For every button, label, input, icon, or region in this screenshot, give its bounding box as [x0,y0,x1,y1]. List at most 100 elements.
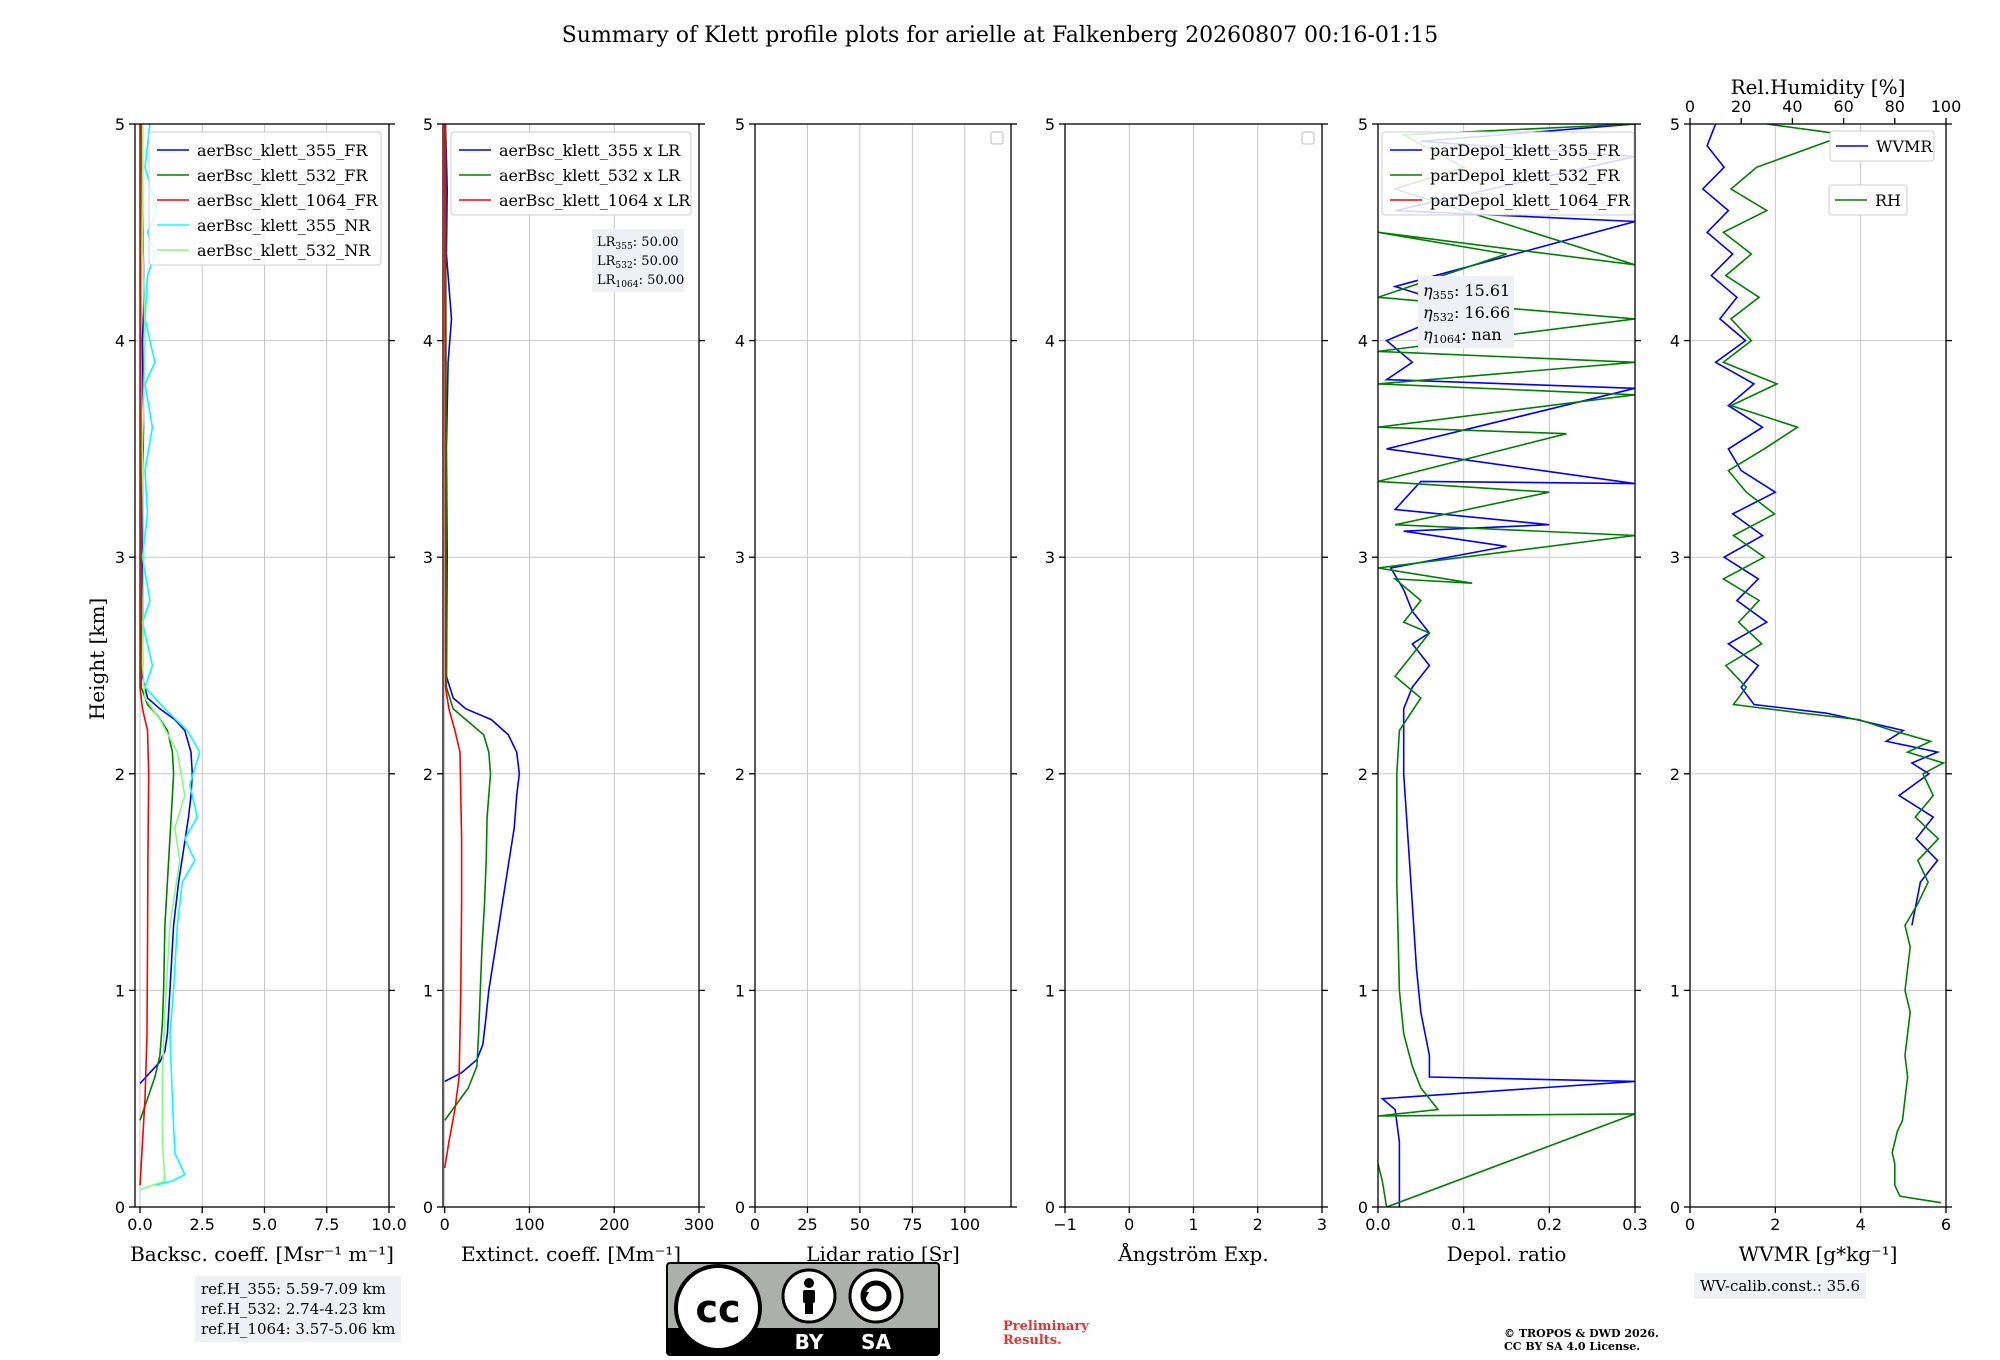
y-tick-label: 1 [115,981,125,1000]
y-tick-label: 5 [1358,115,1368,134]
x-tick-label: 2.5 [190,1215,215,1234]
x-axis-label: WVMR [g*kg⁻¹] [1739,1242,1898,1266]
panel-3: 0 25 50 75 100012345Lidar ratio [Sr] [735,115,1017,1266]
x-tick-label: 100 [514,1215,545,1234]
x-axis-label: Ångström Exp. [1117,1241,1268,1266]
y-tick-label: 4 [423,332,433,351]
series-line-aerBsc_klett_355_NR [141,124,201,1187]
x-tick-label: 75 [902,1215,922,1234]
plot-frame [754,123,1012,1208]
panel-6: 0 2 4 60123450 20 40 60 80 100Rel.Humidity [%]WV… [1670,75,1961,1266]
preliminary-note: Preliminary Results. [1003,1320,1089,1348]
x2-tick-label: 100 [1931,97,1962,116]
y-tick-label: 2 [423,765,433,784]
copyright-line-2: CC BY SA 4.0 License. [1504,1340,1641,1353]
klett-summary-figure: Summary of Klett profile plots for ariel… [85,23,1961,1266]
svg-text:cc: cc [695,1287,740,1331]
plot-frame [134,123,390,1208]
legend-label: aerBsc_klett_1064_FR [197,191,379,210]
x-tick-label: 0 [1124,1215,1134,1234]
legend-label: aerBsc_klett_355 x LR [499,141,681,160]
x-tick-label: 50 [850,1215,870,1234]
y-tick-label: 0 [735,1198,745,1217]
x-tick-label: 10.0 [371,1215,407,1234]
legend-label: WVMR [1876,137,1933,156]
y-tick-label: 3 [115,548,125,567]
y-tick-label: 3 [1670,548,1680,567]
x2-tick-label: 80 [1885,97,1905,116]
legend: aerBsc_klett_355_FR aerBsc_klett_532_FRae… [148,131,382,266]
legend-label: aerBsc_klett_1064 x LR [499,191,691,210]
series-line-aerBsc_klett_532_FR [139,124,175,1121]
annotation-box: η355: 15.61η532: 16.66η1064: nan [1418,276,1514,348]
legend-label: parDepol_klett_532_FR [1430,166,1621,185]
x2-tick-label: 20 [1731,97,1751,116]
x-tick-label: 7.5 [314,1215,339,1234]
x2-tick-label: 0 [1685,97,1695,116]
x2-tick-label: 60 [1833,97,1853,116]
share-alike-icon [848,1268,904,1324]
cc-logo-icon: cc [674,1264,762,1352]
reference-heights-box: ref.H_355: 5.59-7.09 km ref.H_532: 2.74-… [195,1276,402,1342]
cc-by-sa-badge: cc BY SA [666,1262,940,1356]
annotation-line: LR355: 50.00 [597,235,679,252]
y-tick-label: 4 [115,332,125,351]
legend-label: aerBsc_klett_532_NR [197,241,371,260]
panel-5: 0.0 0.1 0.2 0.3 0 1 2 3 4 5 Depol. ratio parDepol_k… [1358,115,1648,1266]
annotation-line: LR532: 50.00 [597,254,679,271]
legend: aerBsc_klett_355 x LR aerBsc_klett_532 x … [450,131,692,216]
y-tick-label: 2 [1045,765,1055,784]
y-tick-label: 0 [423,1198,433,1217]
legend-label: aerBsc_klett_355_FR [197,141,368,160]
person-attribution-icon [781,1268,837,1324]
figure-title: Summary of Klett profile plots for ariel… [562,23,1439,48]
ref-height-355: ref.H_355: 5.59-7.09 km [201,1280,386,1298]
series-line-aerBsc_klett_532 x LR [444,124,492,1121]
wv-calib-box: WV-calib.const.: 35.6 [1694,1273,1867,1299]
y-tick-label: 3 [735,548,745,567]
y-tick-label: 0 [1358,1198,1368,1217]
x-tick-label: 4 [1856,1215,1866,1234]
x2-tick-label: 40 [1782,97,1802,116]
y-tick-label: 0 [1670,1198,1680,1217]
x-tick-label: 1 [1188,1215,1198,1234]
x-tick-label: 0.1 [1451,1215,1476,1234]
ref-height-532: ref.H_532: 2.74-4.23 km [201,1300,386,1318]
preliminary-line-2: Results. [1003,1333,1062,1348]
x-tick-label: 100 [950,1215,981,1234]
x-tick-label: 6 [1941,1215,1951,1234]
empty-legend-box [1301,131,1315,145]
x-tick-label: 5.0 [252,1215,277,1234]
ref-height-1064: ref.H_1064: 3.57-5.06 km [201,1320,396,1338]
y-tick-label: 1 [1358,981,1368,1000]
preliminary-line-1: Preliminary [1003,1319,1089,1334]
legend-label: aerBsc_klett_532_FR [197,166,368,185]
x-tick-label: 0.3 [1622,1215,1647,1234]
badge-label-sa: SA [861,1330,891,1354]
y-tick-label: 5 [1045,115,1055,134]
y-tick-label: 1 [1670,981,1680,1000]
y-tick-label: 2 [1670,765,1680,784]
y-tick-label: 4 [735,332,745,351]
y-tick-label: 2 [115,765,125,784]
x-axis-label: Backsc. coeff. [Msr⁻¹ m⁻¹] [130,1242,394,1266]
legend-label: aerBsc_klett_532 x LR [499,166,681,185]
panel-4: −1 0 1 2 3012345Ångström Exp. [1045,115,1328,1266]
y-tick-label: 4 [1045,332,1055,351]
y-tick-label: 1 [735,981,745,1000]
legend-WVMR: WVMR [1829,130,1935,162]
x-tick-label: 0 [1685,1215,1695,1234]
y-tick-label: 1 [423,981,433,1000]
y-tick-label: 2 [1358,765,1368,784]
y-tick-label: 3 [423,548,433,567]
legend: parDepol_klett_355_FR parDepol_klett_532_… [1381,131,1635,216]
x-tick-label: 25 [797,1215,817,1234]
y-tick-label: 5 [115,115,125,134]
legend-label: aerBsc_klett_355_NR [197,216,371,235]
x-tick-label: 3 [1317,1215,1327,1234]
x-tick-label: 0 [750,1215,760,1234]
x-tick-label: 300 [684,1215,715,1234]
legend-RH: RH [1828,184,1908,216]
x2-axis-label: Rel.Humidity [%] [1731,75,1906,99]
y-tick-label: 2 [735,765,745,784]
